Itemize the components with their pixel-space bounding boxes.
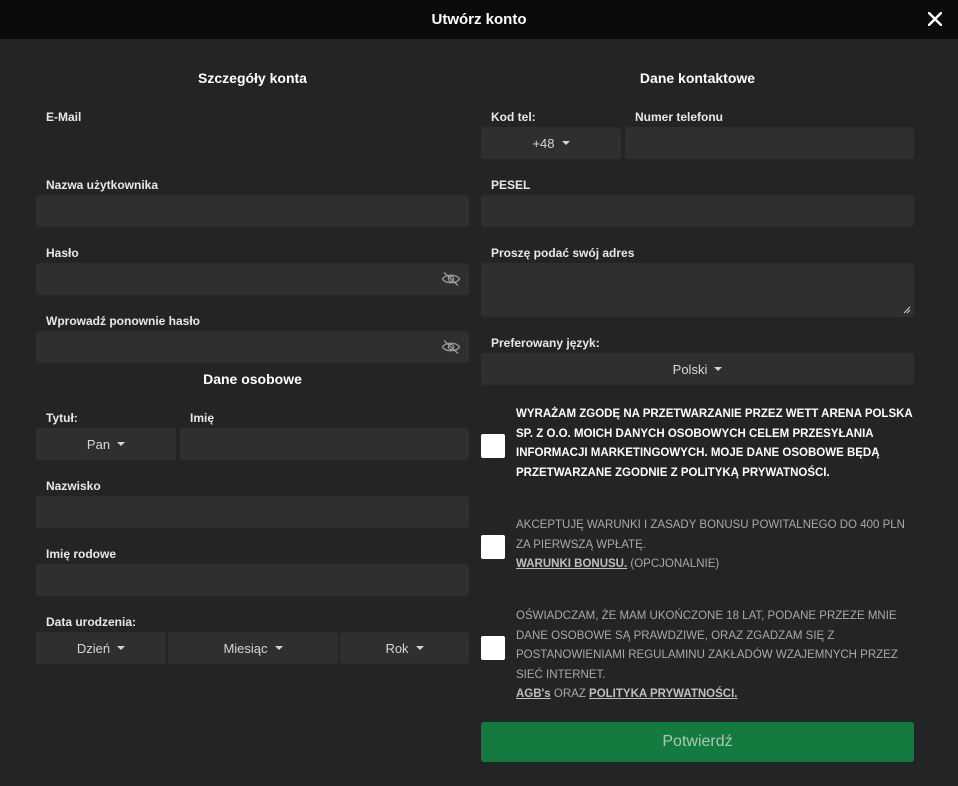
age-consent-checkbox[interactable] — [481, 636, 505, 660]
password-input[interactable] — [36, 263, 469, 295]
language-value: Polski — [672, 361, 708, 377]
caret-down-icon — [714, 367, 723, 371]
address-label: Proszę podać swój adres — [491, 246, 635, 260]
contact-section-title: Dane kontaktowe — [639, 70, 756, 86]
close-icon — [928, 12, 942, 26]
birthdate-label: Data urodzenia: — [46, 615, 137, 629]
resize-grip-icon[interactable] — [903, 306, 911, 314]
birth-month-value: Miesiąc — [223, 640, 268, 656]
email-label: E-Mail — [46, 110, 82, 124]
and-text: oraz — [553, 688, 586, 700]
birth-day-value: Dzień — [76, 640, 111, 656]
phone-code-dropdown[interactable]: +48 — [481, 127, 621, 159]
caret-down-icon — [117, 646, 126, 650]
caret-down-icon — [561, 141, 570, 145]
family-name-label: Imię rodowe — [46, 547, 117, 561]
modal-title: Utwórz konto — [431, 11, 527, 28]
caret-down-icon — [415, 646, 424, 650]
eye-slash-icon[interactable] — [441, 271, 461, 287]
phone-number-input[interactable] — [625, 127, 914, 159]
phone-code-value: +48 — [532, 135, 555, 151]
password-repeat-label: Wprowadź ponownie hasło — [46, 314, 200, 328]
bonus-terms-link[interactable]: Warunki bonusu. — [516, 558, 627, 570]
bonus-optional-text: (Opcjonalnie) — [630, 558, 720, 570]
family-name-input[interactable] — [36, 564, 469, 596]
email-input[interactable] — [36, 127, 469, 159]
birth-year-value: Rok — [385, 640, 409, 656]
phone-number-label: Numer telefonu — [635, 110, 724, 124]
first-name-input[interactable] — [180, 428, 469, 460]
eye-slash-icon[interactable] — [441, 339, 461, 355]
personal-section-title: Dane osobowe — [203, 371, 302, 387]
pesel-label: PESEL — [491, 178, 531, 192]
agb-link[interactable]: AGB's — [516, 688, 551, 700]
last-name-label: Nazwisko — [46, 479, 101, 493]
privacy-policy-link[interactable]: Polityka prywatności. — [589, 688, 737, 700]
password-repeat-input[interactable] — [36, 331, 469, 363]
marketing-consent-checkbox[interactable] — [481, 434, 505, 458]
marketing-consent-text: Wyrażam zgodę na przetwarzanie przez WET… — [516, 408, 913, 479]
username-input[interactable] — [36, 195, 469, 227]
birth-month-dropdown[interactable]: Miesiąc — [168, 632, 338, 664]
caret-down-icon — [117, 442, 126, 446]
age-consent-block: Oświadczam, że mam ukończone 18 lat, pod… — [516, 607, 914, 705]
caret-down-icon — [274, 646, 283, 650]
bonus-consent-checkbox[interactable] — [481, 535, 505, 559]
last-name-input[interactable] — [36, 496, 469, 528]
birth-year-dropdown[interactable]: Rok — [340, 632, 469, 664]
submit-button[interactable]: Potwierdź — [481, 722, 914, 762]
phone-code-label: Kod tel: — [491, 110, 536, 124]
bonus-consent-text: Akceptuję warunki i zasady bonusu powita… — [516, 519, 905, 551]
account-section-title: Szczegóły konta — [198, 70, 307, 86]
address-textarea[interactable] — [481, 263, 914, 317]
birth-day-dropdown[interactable]: Dzień — [36, 632, 166, 664]
close-button[interactable] — [924, 8, 946, 30]
password-label: Hasło — [46, 246, 79, 260]
age-consent-text: Oświadczam, że mam ukończone 18 lat, pod… — [516, 610, 898, 681]
first-name-label: Imię — [190, 411, 215, 425]
title-label: Tytuł: — [46, 411, 78, 425]
username-label: Nazwa użytkownika — [46, 178, 159, 192]
title-dropdown[interactable]: Pan — [36, 428, 176, 460]
bonus-consent-block: Akceptuję warunki i zasady bonusu powita… — [516, 516, 914, 575]
language-label: Preferowany język: — [491, 336, 600, 350]
language-dropdown[interactable]: Polski — [481, 353, 914, 385]
title-dropdown-value: Pan — [86, 436, 111, 452]
pesel-input[interactable] — [481, 195, 914, 227]
modal-header: Utwórz konto — [0, 0, 958, 39]
